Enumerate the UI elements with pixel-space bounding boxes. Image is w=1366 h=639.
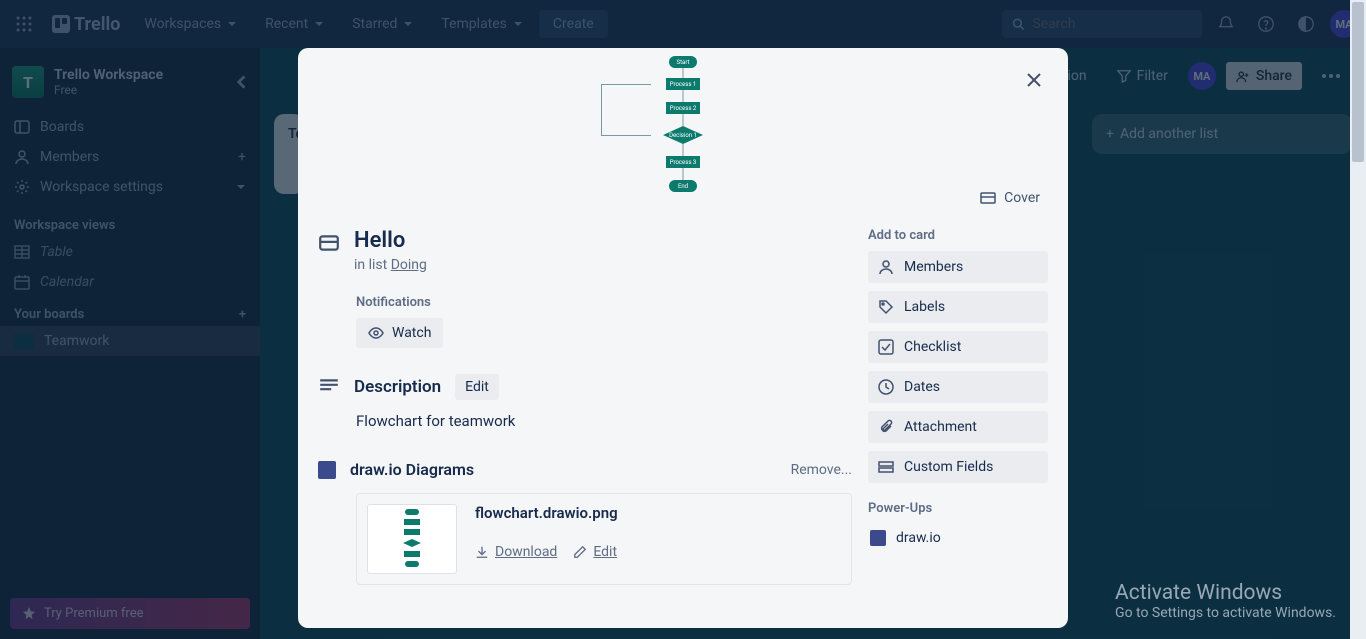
drawio-icon xyxy=(318,461,336,479)
cover-button[interactable]: Cover xyxy=(970,184,1050,212)
download-button[interactable]: Download xyxy=(475,544,557,560)
checklist-button[interactable]: Checklist xyxy=(868,331,1048,363)
remove-link[interactable]: Remove... xyxy=(791,462,852,478)
pencil-icon xyxy=(573,545,587,559)
powerup-drawio[interactable]: draw.io xyxy=(868,524,1048,552)
custom-fields-button[interactable]: Custom Fields xyxy=(868,451,1048,483)
edit-description-button[interactable]: Edit xyxy=(455,374,499,400)
members-button[interactable]: Members xyxy=(868,251,1048,283)
members-icon xyxy=(878,259,894,275)
list-link[interactable]: Doing xyxy=(391,257,427,273)
custom-fields-icon xyxy=(878,459,894,475)
cover-icon xyxy=(980,190,996,206)
in-list-text: in list Doing xyxy=(354,257,427,273)
checklist-icon xyxy=(878,339,894,355)
clock-icon xyxy=(878,379,894,395)
scrollbar[interactable] xyxy=(1350,0,1366,639)
modal-side-column: Add to card Members Labels Checklist Dat… xyxy=(868,228,1048,585)
power-ups-heading: Power-Ups xyxy=(868,501,1048,516)
modal-overlay[interactable]: Start Process 1 Process 2 Decision 1 Pro… xyxy=(0,0,1366,639)
attachment-thumbnail[interactable] xyxy=(367,504,457,574)
drawio-attachment[interactable]: flowchart.drawio.png Download Edit xyxy=(356,493,852,585)
edit-attachment-button[interactable]: Edit xyxy=(573,544,617,560)
description-icon xyxy=(318,376,340,398)
download-icon xyxy=(475,545,489,559)
add-to-card-heading: Add to card xyxy=(868,228,1048,243)
cover-flowchart: Start Process 1 Process 2 Decision 1 Pro… xyxy=(623,54,743,214)
scroll-thumb[interactable] xyxy=(1352,2,1364,162)
paperclip-icon xyxy=(878,419,894,435)
labels-icon xyxy=(878,299,894,315)
watch-button[interactable]: Watch xyxy=(356,318,443,348)
card-title-icon xyxy=(318,232,340,254)
eye-icon xyxy=(368,325,384,341)
drawio-badge-icon xyxy=(870,530,886,546)
modal-main-column: Hello in list Doing Notifications Watch … xyxy=(318,228,852,585)
drawio-heading: draw.io Diagrams xyxy=(350,460,777,479)
labels-button[interactable]: Labels xyxy=(868,291,1048,323)
card-title[interactable]: Hello xyxy=(354,228,427,253)
card-cover: Start Process 1 Process 2 Decision 1 Pro… xyxy=(298,48,1068,218)
attachment-name: flowchart.drawio.png xyxy=(475,504,618,522)
description-text[interactable]: Flowchart for teamwork xyxy=(356,412,852,430)
dates-button[interactable]: Dates xyxy=(868,371,1048,403)
description-heading: Description xyxy=(354,377,441,397)
card-modal: Start Process 1 Process 2 Decision 1 Pro… xyxy=(298,48,1068,628)
attachment-button[interactable]: Attachment xyxy=(868,411,1048,443)
notifications-label: Notifications xyxy=(356,295,852,310)
